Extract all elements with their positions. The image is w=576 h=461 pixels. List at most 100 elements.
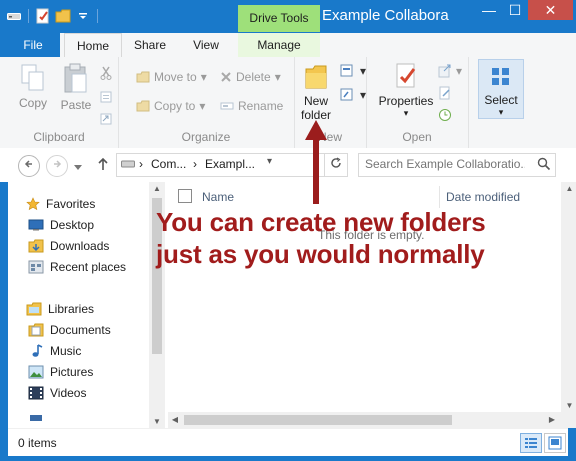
properties-quick-icon[interactable] <box>35 8 51 24</box>
chevron-down-icon: ▾ <box>200 70 207 84</box>
select-button[interactable]: Select ▾ <box>478 59 524 119</box>
edit-button[interactable] <box>438 83 452 103</box>
scroll-right-icon[interactable]: ▶ <box>545 415 559 424</box>
details-view-icon <box>525 438 537 448</box>
address-row: › Com... › Exampl... ▾ <box>0 148 576 182</box>
delete-x-icon <box>221 72 231 82</box>
scroll-up-icon[interactable]: ▲ <box>149 184 165 193</box>
nav-desktop[interactable]: Desktop <box>28 215 94 235</box>
breadcrumb-example[interactable]: Exampl... <box>205 157 255 171</box>
back-arrow-icon <box>24 160 32 168</box>
desktop-icon <box>28 219 44 231</box>
videos-icon <box>28 386 44 400</box>
nav-documents-label: Documents <box>50 323 111 337</box>
details-view-button[interactable] <box>520 433 542 453</box>
breadcrumb-arrow-icon[interactable]: › <box>193 157 197 171</box>
scroll-left-icon[interactable]: ◀ <box>168 415 182 424</box>
move-to-button[interactable]: Move to ▾ <box>136 67 207 87</box>
scroll-down-icon[interactable]: ▼ <box>149 417 165 426</box>
item-count: 0 items <box>18 436 57 450</box>
breadcrumb-arrow-icon[interactable]: › <box>139 157 143 171</box>
music-icon <box>32 344 43 357</box>
new-item-button[interactable]: ▾ <box>340 61 366 81</box>
toolbar-separator <box>97 9 98 23</box>
copy-icon <box>21 64 44 91</box>
nav-libraries[interactable]: Libraries <box>26 299 94 319</box>
open-button[interactable]: ▾ <box>438 61 462 81</box>
nav-documents[interactable]: Documents <box>28 320 111 340</box>
new-item-icon <box>340 64 353 77</box>
scroll-down-icon[interactable]: ▼ <box>561 401 576 410</box>
large-icons-view-button[interactable] <box>544 433 566 453</box>
downloads-folder-icon <box>28 239 44 253</box>
nav-downloads[interactable]: Downloads <box>28 236 109 256</box>
scroll-up-icon[interactable]: ▲ <box>561 184 576 193</box>
nav-recent-places[interactable]: Recent places <box>28 257 126 277</box>
properties-button[interactable]: Properties ▾ <box>378 61 434 119</box>
clipboard-group-label: Clipboard <box>33 130 85 144</box>
libraries-icon <box>26 302 42 316</box>
quick-access-toolbar <box>6 6 100 26</box>
maximize-button[interactable]: ☐ <box>502 0 528 20</box>
back-button[interactable] <box>18 155 40 177</box>
search-input[interactable] <box>365 157 525 171</box>
customize-qat-icon[interactable] <box>75 8 91 24</box>
nav-music[interactable]: Music <box>28 341 81 361</box>
organize-group: Move to ▾ Copy to ▾ Delete ▾ Rename Orga… <box>118 57 295 148</box>
select-label: Select <box>484 93 518 107</box>
column-divider[interactable] <box>439 186 440 208</box>
drive-icon[interactable] <box>6 8 22 24</box>
nav-pictures[interactable]: Pictures <box>28 362 93 382</box>
tab-view[interactable]: View <box>180 33 232 57</box>
nav-favorites[interactable]: Favorites <box>26 194 95 214</box>
breadcrumb-computer[interactable]: Com... <box>151 157 186 171</box>
easy-access-icon <box>340 88 353 101</box>
toolbar-separator <box>28 9 29 23</box>
column-header-name[interactable]: Name <box>202 190 234 204</box>
up-button[interactable] <box>97 157 109 174</box>
address-history-chevron-icon[interactable]: ▾ <box>267 156 272 167</box>
rename-button[interactable]: Rename <box>220 96 283 116</box>
tab-share[interactable]: Share <box>124 33 176 57</box>
annotation-callout: You can create new folders just as you w… <box>156 206 486 270</box>
homegroup-icon <box>30 415 42 421</box>
folder-icon <box>305 65 327 89</box>
tab-home[interactable]: Home <box>64 33 122 58</box>
history-button[interactable] <box>438 105 452 125</box>
nav-favorites-label: Favorites <box>46 197 96 211</box>
minimize-button[interactable]: — <box>476 0 502 20</box>
chevron-down-icon: ▾ <box>403 108 409 118</box>
scissors-icon <box>100 66 112 80</box>
paste-button[interactable]: Paste <box>56 63 96 112</box>
nav-videos[interactable]: Videos <box>28 383 86 403</box>
easy-access-button[interactable]: ▾ <box>340 85 366 105</box>
copy-to-icon <box>136 100 150 112</box>
window-title: Example Collabora <box>322 7 449 24</box>
forward-button[interactable] <box>46 155 68 177</box>
cut-button[interactable] <box>100 63 112 83</box>
recent-locations-icon[interactable] <box>74 160 82 174</box>
select-all-checkbox[interactable] <box>178 189 192 203</box>
tab-file[interactable]: File <box>6 33 60 57</box>
clipboard-group: Copy Paste Clipboard <box>0 57 119 148</box>
new-folder-button[interactable]: New folder <box>296 61 336 122</box>
tab-manage[interactable]: Manage <box>238 33 320 57</box>
file-list-vertical-scrollbar[interactable]: ▲ ▼ <box>561 182 576 428</box>
new-folder-quick-icon[interactable] <box>55 8 71 24</box>
close-button[interactable]: ✕ <box>528 0 573 20</box>
annotation-arrow-icon <box>305 120 327 204</box>
nav-homegroup-partial[interactable] <box>28 408 44 428</box>
move-to-icon <box>136 71 150 83</box>
chevron-down-icon: ▾ <box>498 107 504 117</box>
delete-button[interactable]: Delete ▾ <box>220 67 281 87</box>
horizontal-scrollbar-thumb[interactable] <box>184 415 452 425</box>
copy-path-button[interactable] <box>100 87 112 107</box>
edit-icon <box>439 86 450 100</box>
column-header-date[interactable]: Date modified <box>446 190 520 204</box>
nav-downloads-label: Downloads <box>50 239 110 253</box>
file-list-horizontal-scrollbar[interactable]: ◀ ▶ <box>168 412 561 428</box>
copy-to-button[interactable]: Copy to ▾ <box>136 96 205 116</box>
copy-button[interactable]: Copy <box>14 63 52 110</box>
paste-shortcut-button[interactable] <box>100 109 112 129</box>
search-box[interactable] <box>358 153 556 177</box>
